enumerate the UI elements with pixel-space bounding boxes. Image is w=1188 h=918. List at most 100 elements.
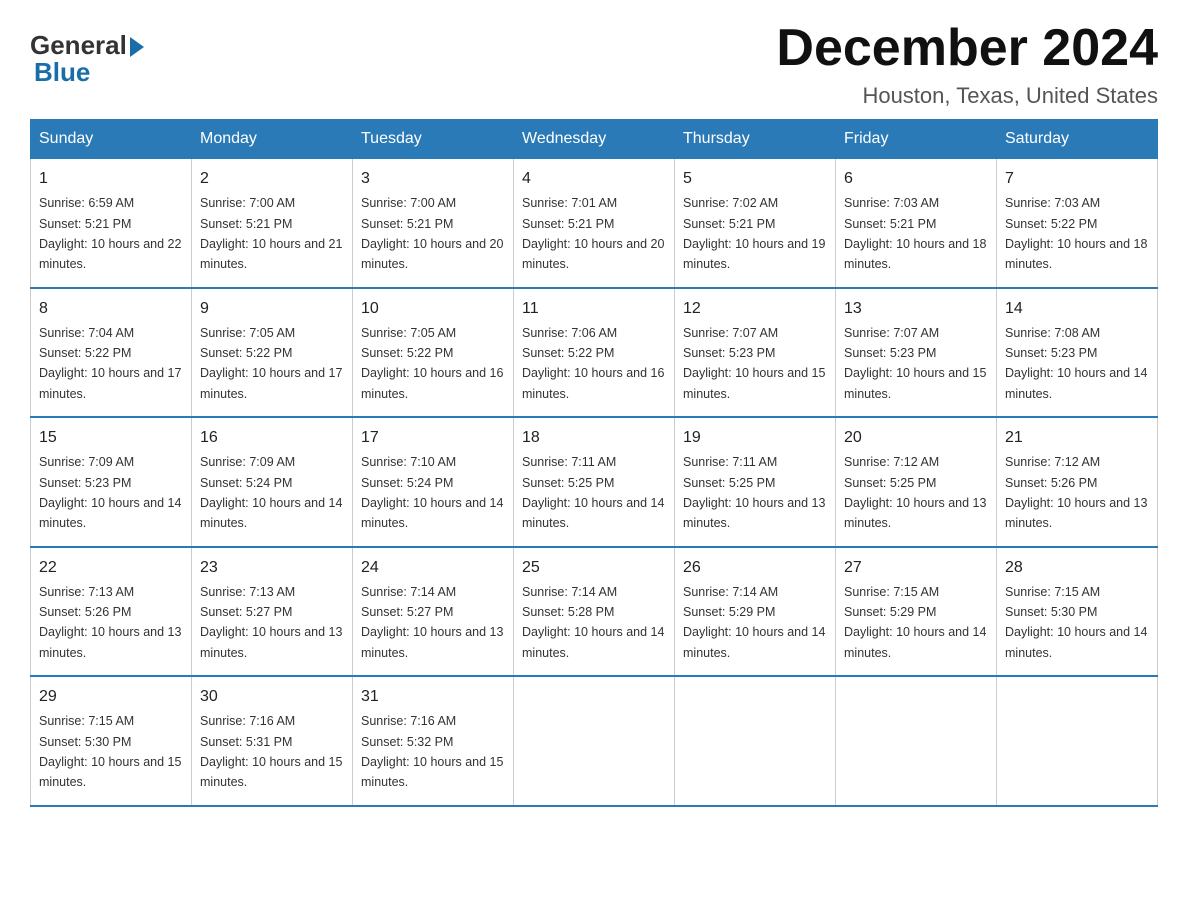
day-number: 5 (683, 167, 827, 191)
day-info: Sunrise: 7:02 AMSunset: 5:21 PMDaylight:… (683, 196, 825, 271)
calendar-cell: 22Sunrise: 7:13 AMSunset: 5:26 PMDayligh… (31, 547, 192, 677)
calendar-cell: 31 Sunrise: 7:16 AMSunset: 5:32 PMDayligh… (353, 676, 514, 806)
day-number: 26 (683, 556, 827, 580)
calendar-cell: 29 Sunrise: 7:15 AMSunset: 5:30 PMDayligh… (31, 676, 192, 806)
weekday-header-friday: Friday (836, 120, 997, 159)
weekday-header-saturday: Saturday (997, 120, 1158, 159)
day-number: 14 (1005, 297, 1149, 321)
day-number: 7 (1005, 167, 1149, 191)
day-info: Sunrise: 7:09 AMSunset: 5:23 PMDaylight:… (39, 455, 181, 530)
calendar-cell: 2Sunrise: 7:00 AMSunset: 5:21 PMDaylight… (192, 159, 353, 288)
logo: General Blue (30, 30, 144, 88)
weekday-header-sunday: Sunday (31, 120, 192, 159)
day-info: Sunrise: 7:14 AMSunset: 5:28 PMDaylight:… (522, 585, 664, 660)
calendar-week-row: 1Sunrise: 6:59 AMSunset: 5:21 PMDaylight… (31, 159, 1158, 288)
day-number: 29 (39, 685, 183, 709)
day-info: Sunrise: 7:06 AMSunset: 5:22 PMDaylight:… (522, 326, 664, 401)
calendar-table: SundayMondayTuesdayWednesdayThursdayFrid… (30, 119, 1158, 807)
day-info: Sunrise: 7:15 AMSunset: 5:30 PMDaylight:… (39, 714, 181, 789)
day-number: 30 (200, 685, 344, 709)
calendar-cell: 8Sunrise: 7:04 AMSunset: 5:22 PMDaylight… (31, 288, 192, 418)
day-number: 21 (1005, 426, 1149, 450)
calendar-cell: 17 Sunrise: 7:10 AMSunset: 5:24 PMDayligh… (353, 417, 514, 547)
calendar-cell: 12 Sunrise: 7:07 AMSunset: 5:23 PMDayligh… (675, 288, 836, 418)
day-number: 16 (200, 426, 344, 450)
day-info: Sunrise: 7:16 AMSunset: 5:32 PMDaylight:… (361, 714, 503, 789)
calendar-cell (997, 676, 1158, 806)
day-info: Sunrise: 7:10 AMSunset: 5:24 PMDaylight:… (361, 455, 503, 530)
day-info: Sunrise: 7:15 AMSunset: 5:30 PMDaylight:… (1005, 585, 1147, 660)
logo-arrow-icon (130, 37, 144, 57)
calendar-cell: 5 Sunrise: 7:02 AMSunset: 5:21 PMDaylight… (675, 159, 836, 288)
day-info: Sunrise: 6:59 AMSunset: 5:21 PMDaylight:… (39, 196, 181, 271)
calendar-cell: 20 Sunrise: 7:12 AMSunset: 5:25 PMDayligh… (836, 417, 997, 547)
weekday-header-tuesday: Tuesday (353, 120, 514, 159)
day-info: Sunrise: 7:08 AMSunset: 5:23 PMDaylight:… (1005, 326, 1147, 401)
day-number: 28 (1005, 556, 1149, 580)
weekday-header-thursday: Thursday (675, 120, 836, 159)
day-info: Sunrise: 7:05 AMSunset: 5:22 PMDaylight:… (361, 326, 503, 401)
calendar-cell: 24Sunrise: 7:14 AMSunset: 5:27 PMDayligh… (353, 547, 514, 677)
day-number: 6 (844, 167, 988, 191)
title-section: December 2024 Houston, Texas, United Sta… (776, 20, 1158, 109)
day-number: 8 (39, 297, 183, 321)
calendar-cell: 13Sunrise: 7:07 AMSunset: 5:23 PMDayligh… (836, 288, 997, 418)
calendar-cell: 27 Sunrise: 7:15 AMSunset: 5:29 PMDayligh… (836, 547, 997, 677)
day-number: 19 (683, 426, 827, 450)
day-info: Sunrise: 7:11 AMSunset: 5:25 PMDaylight:… (522, 455, 664, 530)
calendar-week-row: 8Sunrise: 7:04 AMSunset: 5:22 PMDaylight… (31, 288, 1158, 418)
day-number: 15 (39, 426, 183, 450)
calendar-cell (675, 676, 836, 806)
calendar-cell: 3 Sunrise: 7:00 AMSunset: 5:21 PMDaylight… (353, 159, 514, 288)
day-info: Sunrise: 7:16 AMSunset: 5:31 PMDaylight:… (200, 714, 342, 789)
calendar-week-row: 15 Sunrise: 7:09 AMSunset: 5:23 PMDayligh… (31, 417, 1158, 547)
weekday-header-wednesday: Wednesday (514, 120, 675, 159)
calendar-cell: 15 Sunrise: 7:09 AMSunset: 5:23 PMDayligh… (31, 417, 192, 547)
day-number: 17 (361, 426, 505, 450)
calendar-cell: 10Sunrise: 7:05 AMSunset: 5:22 PMDayligh… (353, 288, 514, 418)
day-info: Sunrise: 7:09 AMSunset: 5:24 PMDaylight:… (200, 455, 342, 530)
day-number: 3 (361, 167, 505, 191)
calendar-cell: 7Sunrise: 7:03 AMSunset: 5:22 PMDaylight… (997, 159, 1158, 288)
calendar-cell: 25Sunrise: 7:14 AMSunset: 5:28 PMDayligh… (514, 547, 675, 677)
day-number: 20 (844, 426, 988, 450)
day-info: Sunrise: 7:14 AMSunset: 5:29 PMDaylight:… (683, 585, 825, 660)
calendar-cell: 4 Sunrise: 7:01 AMSunset: 5:21 PMDaylight… (514, 159, 675, 288)
day-number: 4 (522, 167, 666, 191)
day-info: Sunrise: 7:07 AMSunset: 5:23 PMDaylight:… (683, 326, 825, 401)
calendar-cell: 26 Sunrise: 7:14 AMSunset: 5:29 PMDayligh… (675, 547, 836, 677)
weekday-header-monday: Monday (192, 120, 353, 159)
day-info: Sunrise: 7:07 AMSunset: 5:23 PMDaylight:… (844, 326, 986, 401)
month-title: December 2024 (776, 20, 1158, 77)
day-number: 23 (200, 556, 344, 580)
day-info: Sunrise: 7:15 AMSunset: 5:29 PMDaylight:… (844, 585, 986, 660)
calendar-cell: 9Sunrise: 7:05 AMSunset: 5:22 PMDaylight… (192, 288, 353, 418)
day-number: 2 (200, 167, 344, 191)
calendar-cell: 30 Sunrise: 7:16 AMSunset: 5:31 PMDayligh… (192, 676, 353, 806)
calendar-cell: 18 Sunrise: 7:11 AMSunset: 5:25 PMDayligh… (514, 417, 675, 547)
day-number: 27 (844, 556, 988, 580)
day-number: 12 (683, 297, 827, 321)
logo-blue-text: Blue (30, 57, 90, 88)
day-info: Sunrise: 7:00 AMSunset: 5:21 PMDaylight:… (361, 196, 503, 271)
calendar-cell (514, 676, 675, 806)
day-info: Sunrise: 7:13 AMSunset: 5:27 PMDaylight:… (200, 585, 342, 660)
day-number: 9 (200, 297, 344, 321)
day-number: 24 (361, 556, 505, 580)
calendar-week-row: 29 Sunrise: 7:15 AMSunset: 5:30 PMDayligh… (31, 676, 1158, 806)
calendar-cell (836, 676, 997, 806)
calendar-cell: 23 Sunrise: 7:13 AMSunset: 5:27 PMDayligh… (192, 547, 353, 677)
day-info: Sunrise: 7:12 AMSunset: 5:25 PMDaylight:… (844, 455, 986, 530)
day-info: Sunrise: 7:11 AMSunset: 5:25 PMDaylight:… (683, 455, 825, 530)
calendar-week-row: 22Sunrise: 7:13 AMSunset: 5:26 PMDayligh… (31, 547, 1158, 677)
day-number: 11 (522, 297, 666, 321)
calendar-cell: 28 Sunrise: 7:15 AMSunset: 5:30 PMDayligh… (997, 547, 1158, 677)
day-number: 18 (522, 426, 666, 450)
day-number: 31 (361, 685, 505, 709)
day-info: Sunrise: 7:12 AMSunset: 5:26 PMDaylight:… (1005, 455, 1147, 530)
location: Houston, Texas, United States (776, 83, 1158, 109)
day-info: Sunrise: 7:13 AMSunset: 5:26 PMDaylight:… (39, 585, 181, 660)
calendar-cell: 1Sunrise: 6:59 AMSunset: 5:21 PMDaylight… (31, 159, 192, 288)
calendar-cell: 16 Sunrise: 7:09 AMSunset: 5:24 PMDayligh… (192, 417, 353, 547)
day-info: Sunrise: 7:01 AMSunset: 5:21 PMDaylight:… (522, 196, 664, 271)
